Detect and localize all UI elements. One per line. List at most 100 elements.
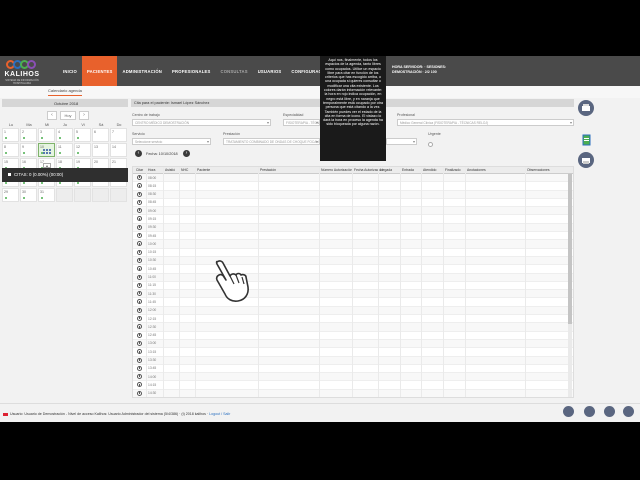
alarm-clock-icon[interactable] bbox=[137, 282, 142, 288]
alarm-clock-icon[interactable] bbox=[137, 233, 142, 239]
calendar-day[interactable]: 1 bbox=[2, 128, 19, 142]
table-row[interactable]: 13:00 bbox=[133, 339, 573, 349]
today-button[interactable]: Hoy bbox=[60, 111, 76, 120]
alarm-clock-icon[interactable] bbox=[137, 316, 142, 322]
nav-inicio[interactable]: INICIO bbox=[58, 56, 82, 86]
column-header[interactable]: Entrada bbox=[402, 168, 414, 172]
calendar-day[interactable]: 31 bbox=[38, 188, 55, 202]
servicio-select[interactable]: Seleccione servicio bbox=[132, 138, 211, 145]
alarm-clock-icon[interactable] bbox=[137, 340, 142, 346]
table-row[interactable]: 09:45 bbox=[133, 232, 573, 241]
table-row[interactable]: 08:15 bbox=[133, 182, 573, 191]
nav-profesionales[interactable]: PROFESIONALES bbox=[167, 56, 215, 86]
alarm-clock-icon[interactable] bbox=[137, 216, 142, 222]
column-header[interactable]: Asistió bbox=[165, 168, 175, 172]
table-row[interactable]: 11:00 bbox=[133, 273, 573, 282]
table-row[interactable]: 12:45 bbox=[133, 332, 573, 340]
calendar-day[interactable]: 2 bbox=[20, 128, 37, 142]
table-row[interactable]: 09:15 bbox=[133, 215, 573, 224]
alarm-clock-icon[interactable] bbox=[137, 307, 142, 313]
urgente-radio[interactable] bbox=[428, 142, 433, 147]
table-row[interactable]: 10:45 bbox=[133, 265, 573, 274]
nav-pacientes[interactable]: PACIENTES bbox=[82, 56, 118, 86]
next-day-button[interactable]: › bbox=[183, 150, 190, 157]
alarm-clock-icon[interactable] bbox=[137, 332, 142, 338]
centro-select[interactable]: CENTRO MÉDICO DEMOSTRACIÓN bbox=[132, 119, 271, 126]
table-row[interactable]: 12:30 bbox=[133, 323, 573, 332]
prestacion-select[interactable]: TRATAMIENTO COMBINADO DE ONDAS DE CHOQUE… bbox=[223, 138, 320, 145]
nav-usuarios[interactable]: USUARIOS bbox=[253, 56, 287, 86]
calendar-day[interactable]: 3 bbox=[38, 128, 55, 142]
calendar-day[interactable]: 4 bbox=[56, 128, 73, 142]
table-row[interactable]: 09:30 bbox=[133, 223, 573, 233]
calendar-day[interactable]: 14 bbox=[110, 143, 127, 157]
calendar-day[interactable]: 7 bbox=[110, 128, 127, 142]
calendar-day[interactable]: 12 bbox=[74, 143, 91, 157]
calendar-day[interactable]: 13 bbox=[92, 143, 109, 157]
calendar-day[interactable]: 11 bbox=[56, 143, 73, 157]
alarm-clock-icon[interactable] bbox=[137, 249, 142, 255]
kalihos-logo[interactable]: KALIHOS SISTEMA DE INFORMACIÓN HOSPITALA… bbox=[4, 59, 40, 85]
clipboard-icon[interactable] bbox=[578, 132, 594, 148]
table-row[interactable]: 11:15 bbox=[133, 282, 573, 291]
calendar-day[interactable]: 6 bbox=[92, 128, 109, 142]
alarm-clock-icon[interactable] bbox=[137, 199, 142, 205]
table-row[interactable]: 13:45 bbox=[133, 365, 573, 374]
alarm-clock-icon[interactable] bbox=[137, 357, 142, 363]
column-header[interactable]: Hora bbox=[148, 168, 155, 172]
alarm-clock-icon[interactable] bbox=[137, 365, 142, 371]
breadcrumb-calendario[interactable]: Calendario agenda bbox=[48, 88, 82, 96]
alarm-clock-icon[interactable] bbox=[137, 224, 142, 230]
alarm-clock-icon[interactable] bbox=[137, 324, 142, 330]
profesional-select[interactable]: Médico General Clínica (FISIOTERAPIA - T… bbox=[397, 119, 574, 126]
alarm-clock-icon[interactable] bbox=[137, 175, 142, 180]
calendar-day[interactable]: 8 bbox=[2, 143, 19, 157]
alarm-clock-icon[interactable] bbox=[137, 266, 142, 272]
monitor-icon[interactable] bbox=[584, 406, 595, 417]
especialidad-select[interactable]: FISIOTERAPIA - TÉCNICAS bbox=[283, 119, 320, 126]
table-row[interactable]: 08:45 bbox=[133, 199, 573, 208]
column-header[interactable]: Prestación bbox=[260, 168, 276, 172]
alarm-clock-icon[interactable] bbox=[137, 274, 142, 280]
alarm-clock-icon[interactable] bbox=[137, 241, 142, 247]
mail-icon[interactable] bbox=[604, 406, 615, 417]
alarm-clock-icon[interactable] bbox=[137, 183, 142, 189]
alarm-clock-icon[interactable] bbox=[137, 257, 142, 263]
alarm-clock-icon[interactable] bbox=[137, 291, 142, 297]
calendar-day[interactable]: 30 bbox=[20, 188, 37, 202]
alarm-clock-icon[interactable] bbox=[137, 382, 142, 388]
table-row[interactable]: 10:30 bbox=[133, 256, 573, 266]
scrollbar-thumb[interactable] bbox=[568, 174, 572, 324]
table-row[interactable]: 13:15 bbox=[133, 348, 573, 357]
calendar-day[interactable]: 5 bbox=[74, 128, 91, 142]
calendar-day[interactable]: 10 bbox=[38, 143, 55, 157]
alarm-clock-icon[interactable] bbox=[137, 299, 142, 305]
help-icon[interactable] bbox=[623, 406, 634, 417]
column-header[interactable]: Paciente bbox=[197, 168, 210, 172]
table-row[interactable]: 08:30 bbox=[133, 190, 573, 199]
column-header[interactable]: Número Autorización bbox=[321, 168, 352, 172]
printer-icon[interactable] bbox=[578, 100, 594, 116]
column-header[interactable]: Finalizado bbox=[445, 168, 460, 172]
column-header[interactable]: Anotaciones bbox=[467, 168, 486, 172]
alarm-clock-icon[interactable] bbox=[137, 374, 142, 380]
print-list-icon[interactable] bbox=[578, 152, 594, 168]
column-header[interactable]: Citar bbox=[136, 168, 143, 172]
table-row[interactable]: 12:00 bbox=[133, 306, 573, 316]
table-row[interactable]: 13:30 bbox=[133, 356, 573, 365]
column-header[interactable]: Observaciones bbox=[527, 168, 550, 172]
alarm-clock-icon[interactable] bbox=[137, 208, 142, 214]
prestacion-select-end[interactable] bbox=[386, 138, 417, 145]
column-header[interactable]: NHC bbox=[181, 168, 188, 172]
calendar-day[interactable]: 29 bbox=[2, 188, 19, 202]
table-row[interactable]: 11:45 bbox=[133, 298, 573, 307]
settings-icon[interactable] bbox=[563, 406, 574, 417]
table-row[interactable]: 08:00 bbox=[133, 174, 573, 183]
table-row[interactable]: 12:15 bbox=[133, 315, 573, 324]
table-row[interactable]: 14:30 bbox=[133, 389, 573, 397]
table-row[interactable]: 11:30 bbox=[133, 290, 573, 299]
table-row[interactable]: 14:00 bbox=[133, 373, 573, 382]
table-row[interactable]: 10:15 bbox=[133, 249, 573, 257]
column-header[interactable]: Llegada bbox=[380, 168, 392, 172]
nav-consultas[interactable]: CONSULTAS bbox=[215, 56, 252, 86]
